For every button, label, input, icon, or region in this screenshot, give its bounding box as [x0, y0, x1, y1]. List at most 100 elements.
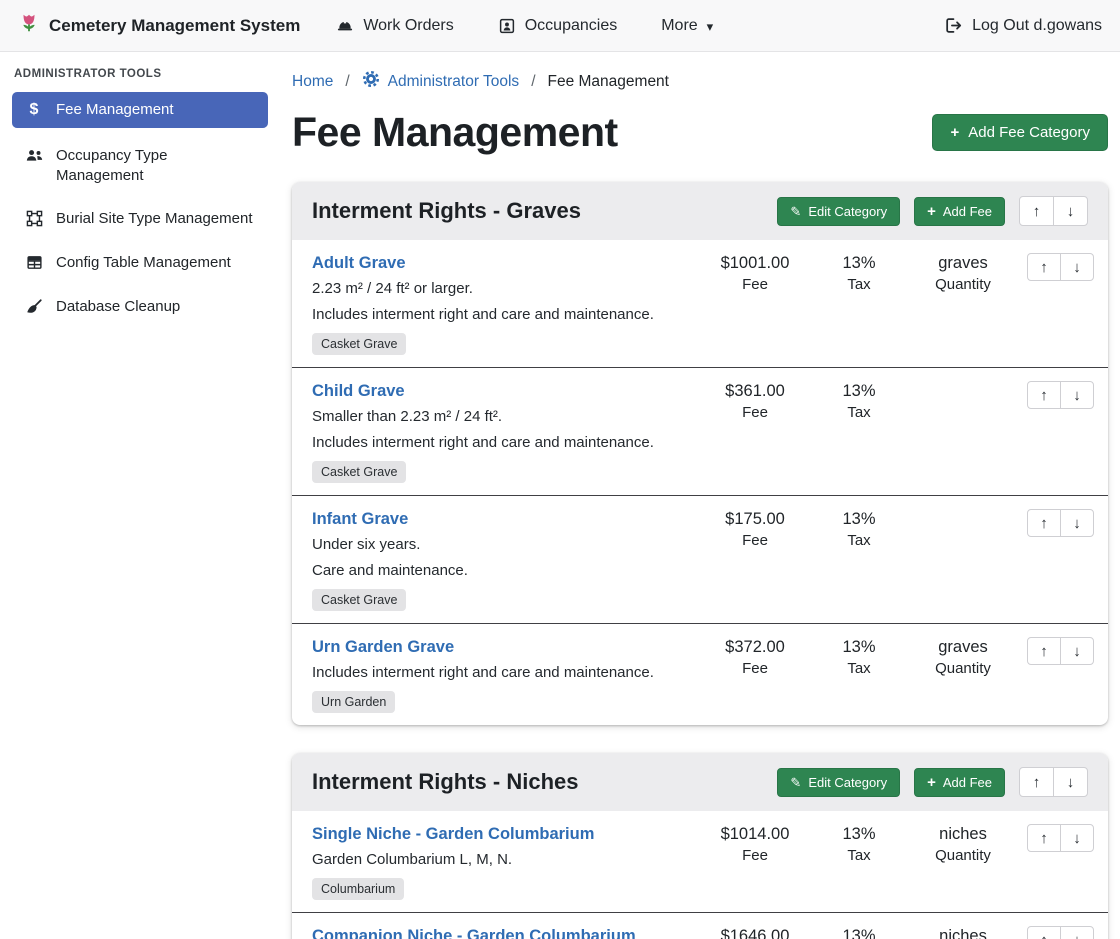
move-category-up-button[interactable]: ↑ [1019, 196, 1054, 226]
move-fee-up-button[interactable]: ↑ [1027, 253, 1061, 281]
logout-button[interactable]: Log Out d.gowans [944, 16, 1102, 35]
fee-amount-column: $1001.00 Fee [703, 252, 807, 293]
fee-name-link[interactable]: Child Grave [312, 382, 695, 401]
fee-reorder-group: ↑ ↓ [1027, 508, 1094, 537]
move-fee-up-button[interactable]: ↑ [1027, 926, 1061, 939]
sidebar-section-header: ADMINISTRATOR TOOLS [0, 62, 280, 90]
arrow-down-icon: ↓ [1073, 515, 1081, 532]
move-fee-down-button[interactable]: ↓ [1060, 637, 1094, 665]
nav-work-orders[interactable]: Work Orders [336, 17, 453, 35]
add-fee-button[interactable]: + Add Fee [914, 197, 1005, 226]
fee-name-link[interactable]: Infant Grave [312, 510, 695, 529]
fee-row: Urn Garden Grave Includes interment righ… [292, 623, 1108, 725]
nav-more-label: More [661, 17, 697, 35]
sidebar-item-label: Burial Site Type Management [56, 209, 253, 229]
sidebar-item-label: Config Table Management [56, 253, 231, 273]
fee-description: Garden Columbarium L, M, N. [312, 851, 695, 868]
fee-quantity-column: graves Quantity [911, 252, 1015, 293]
tulip-logo-icon [18, 12, 40, 39]
move-fee-down-button[interactable]: ↓ [1060, 824, 1094, 852]
fee-amount: $1646.00 [703, 927, 807, 939]
move-category-up-button[interactable]: ↑ [1019, 767, 1054, 797]
fee-quantity: graves [911, 638, 1015, 657]
move-fee-down-button[interactable]: ↓ [1060, 926, 1094, 939]
fee-description: Includes interment right and care and ma… [312, 434, 695, 451]
fee-name-link[interactable]: Urn Garden Grave [312, 638, 695, 657]
move-fee-up-button[interactable]: ↑ [1027, 509, 1061, 537]
fee-type-badge: Casket Grave [312, 589, 406, 611]
fee-reorder-group: ↑ ↓ [1027, 823, 1094, 852]
fee-row: Companion Niche - Garden Columbarium Gar… [292, 912, 1108, 939]
fee-tax-column: 13% Tax [807, 636, 911, 677]
fee-quantity: niches [911, 927, 1015, 939]
plus-icon: + [927, 775, 936, 790]
arrow-up-icon: ↑ [1040, 830, 1048, 847]
sidebar-item-database-cleanup[interactable]: Database Cleanup [12, 289, 268, 325]
arrow-down-icon: ↓ [1067, 203, 1075, 220]
arrow-up-icon: ↑ [1040, 643, 1048, 660]
move-fee-up-button[interactable]: ↑ [1027, 381, 1061, 409]
breadcrumb: Home / Administrator Tools / Fee Managem… [292, 66, 1108, 103]
breadcrumb-separator: / [345, 73, 349, 91]
gear-icon [362, 70, 380, 93]
arrow-up-icon: ↑ [1040, 515, 1048, 532]
fee-quantity-column: graves Quantity [911, 636, 1015, 677]
arrow-up-icon: ↑ [1033, 774, 1041, 791]
fee-type-badge: Columbarium [312, 878, 404, 900]
fee-description: Includes interment right and care and ma… [312, 306, 695, 323]
fee-tax: 13% [807, 638, 911, 657]
sidebar-item-config-table-management[interactable]: Config Table Management [12, 245, 268, 281]
fee-amount: $1014.00 [703, 825, 807, 844]
edit-category-button[interactable]: ✎ Edit Category [777, 768, 900, 797]
vector-square-icon [24, 210, 44, 227]
fee-name-link[interactable]: Adult Grave [312, 254, 695, 273]
dollar-icon: $ [24, 101, 44, 119]
fee-quantity-column [911, 380, 1015, 382]
move-fee-down-button[interactable]: ↓ [1060, 253, 1094, 281]
arrow-down-icon: ↓ [1073, 830, 1081, 847]
move-fee-down-button[interactable]: ↓ [1060, 509, 1094, 537]
move-fee-down-button[interactable]: ↓ [1060, 381, 1094, 409]
arrow-up-icon: ↑ [1040, 387, 1048, 404]
sidebar-item-label: Fee Management [56, 100, 174, 120]
fee-tax-column: 13% Tax [807, 252, 911, 293]
fee-name-link[interactable]: Single Niche - Garden Columbarium [312, 825, 695, 844]
add-fee-category-button[interactable]: + Add Fee Category [932, 114, 1108, 151]
sidebar-item-burial-site-type-management[interactable]: Burial Site Type Management [12, 201, 268, 237]
move-fee-up-button[interactable]: ↑ [1027, 637, 1061, 665]
edit-category-button[interactable]: ✎ Edit Category [777, 197, 900, 226]
move-fee-up-button[interactable]: ↑ [1027, 824, 1061, 852]
hard-hat-icon [336, 17, 354, 35]
arrow-up-icon: ↑ [1040, 259, 1048, 276]
fee-description: Under six years. [312, 536, 695, 553]
breadcrumb-home-link[interactable]: Home [292, 73, 333, 91]
fee-type-badge: Casket Grave [312, 461, 406, 483]
arrow-down-icon: ↓ [1073, 643, 1081, 660]
move-category-down-button[interactable]: ↓ [1053, 767, 1088, 797]
nav-occupancies[interactable]: Occupancies [498, 17, 618, 35]
fee-amount-column: $1014.00 Fee [703, 823, 807, 864]
fee-name-link[interactable]: Companion Niche - Garden Columbarium [312, 927, 695, 939]
page-title: Fee Management [292, 109, 618, 156]
sidebar-item-occupancy-type-management[interactable]: Occupancy Type Management [12, 138, 268, 194]
breadcrumb-admin-tools-label: Administrator Tools [388, 73, 520, 91]
admin-sidebar: ADMINISTRATOR TOOLS $ Fee Management Occ… [0, 52, 280, 939]
fee-quantity-column: niches Quantity [911, 925, 1015, 939]
nav-more[interactable]: More ▾ [661, 17, 713, 35]
arrow-down-icon: ↓ [1073, 259, 1081, 276]
fee-amount-column: $372.00 Fee [703, 636, 807, 677]
plus-icon: + [950, 125, 959, 140]
breadcrumb-admin-tools-link[interactable]: Administrator Tools [362, 70, 520, 93]
fee-row: Adult Grave 2.23 m² / 24 ft² or larger. … [292, 240, 1108, 367]
fee-description: 2.23 m² / 24 ft² or larger. [312, 280, 695, 297]
fee-reorder-group: ↑ ↓ [1027, 925, 1094, 939]
category-title: Interment Rights - Niches [312, 769, 763, 795]
main-content: Home / Administrator Tools / Fee Managem… [280, 52, 1120, 939]
category-reorder-group: ↑ ↓ [1019, 767, 1088, 797]
fee-tax: 13% [807, 382, 911, 401]
fee-amount-column: $175.00 Fee [703, 508, 807, 549]
move-category-down-button[interactable]: ↓ [1053, 196, 1088, 226]
sidebar-item-fee-management[interactable]: $ Fee Management [12, 92, 268, 128]
add-fee-button[interactable]: + Add Fee [914, 768, 1005, 797]
arrow-up-icon: ↑ [1040, 932, 1048, 939]
